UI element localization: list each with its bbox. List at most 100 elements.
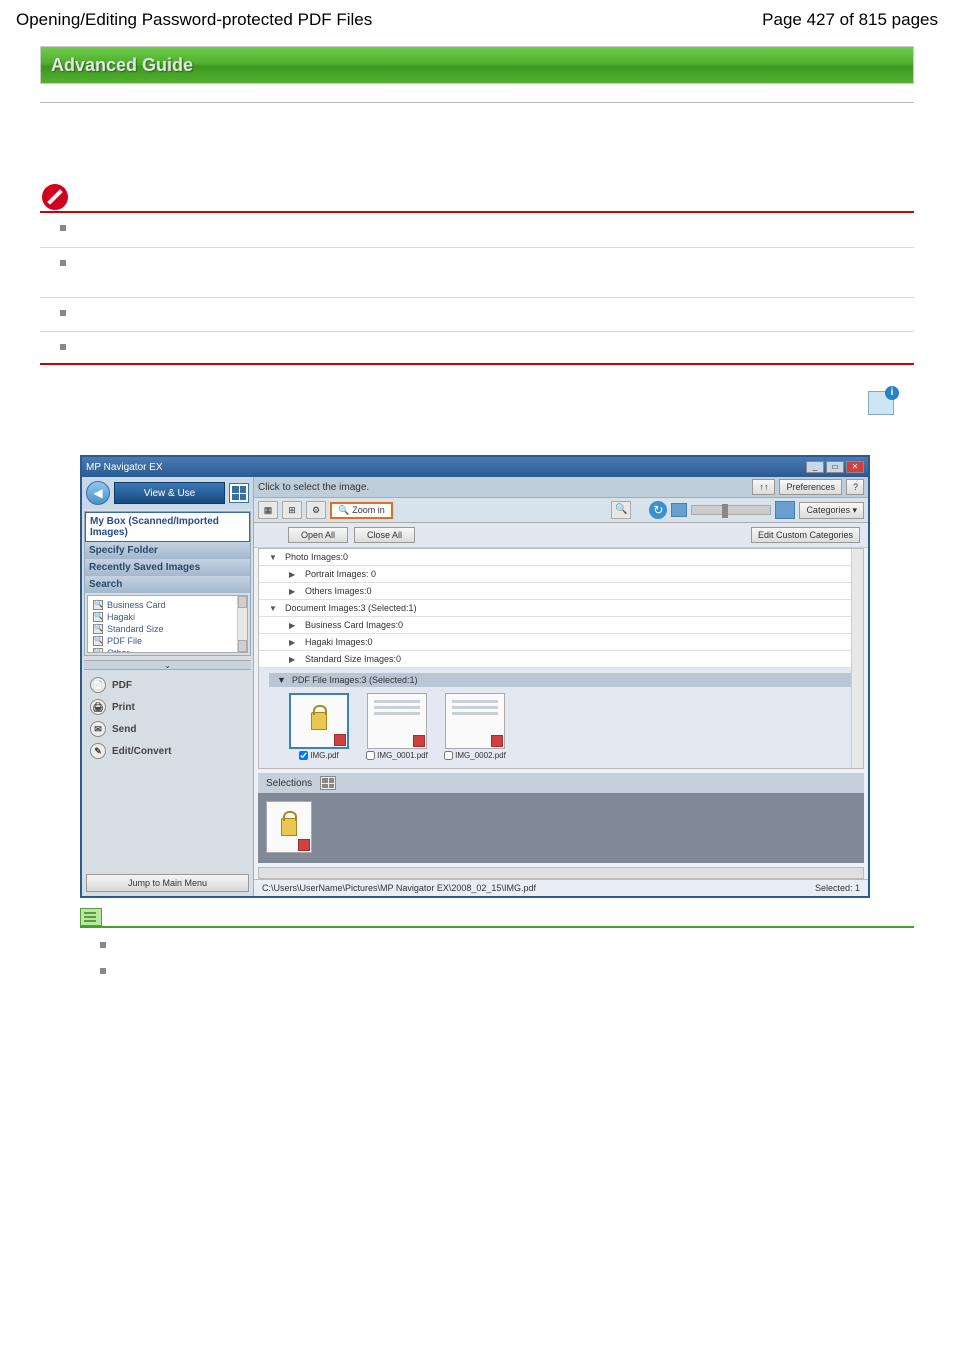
- expand-icon[interactable]: ▶: [289, 587, 299, 596]
- bullet-icon: [60, 310, 66, 316]
- tree-item-standard-size[interactable]: 🔍Standard Size: [91, 623, 244, 635]
- bullet-icon: [60, 344, 66, 350]
- view-mode-icon[interactable]: ▦: [258, 501, 278, 519]
- sidebar-item-specify-folder[interactable]: Specify Folder: [85, 542, 250, 559]
- edit-custom-categories-button[interactable]: Edit Custom Categories: [751, 527, 860, 543]
- thumb-small-icon[interactable]: [671, 503, 687, 517]
- sidebar-item-search[interactable]: Search: [85, 576, 250, 593]
- refresh-icon[interactable]: ↻: [649, 501, 667, 519]
- collapse-icon[interactable]: ▼: [269, 604, 279, 613]
- tree-item-other[interactable]: 🔍Other: [91, 647, 244, 653]
- note-item: [80, 932, 914, 958]
- help-button[interactable]: ?: [846, 479, 864, 495]
- minimize-button[interactable]: _: [806, 461, 824, 473]
- view-and-use-button[interactable]: View & Use: [114, 482, 225, 504]
- expand-icon[interactable]: ▶: [289, 638, 299, 647]
- category-business-card[interactable]: ▶Business Card Images:0: [259, 617, 863, 634]
- important-item: [40, 331, 914, 365]
- thumbnail-label: IMG.pdf: [310, 751, 338, 760]
- thumbnail-size-slider[interactable]: [691, 505, 771, 515]
- thumbnail-item[interactable]: IMG_0001.pdf: [367, 693, 427, 760]
- tree-item-business-card[interactable]: 🔍Business Card: [91, 599, 244, 611]
- folder-icon: 🔍: [93, 612, 103, 622]
- category-photo[interactable]: ▼Photo Images:0: [259, 549, 863, 566]
- view-grid-icon[interactable]: ⊞: [282, 501, 302, 519]
- zoom-in-button[interactable]: 🔍 Zoom in: [330, 502, 393, 519]
- info-icon: [868, 391, 894, 415]
- thumbnail-image[interactable]: [289, 693, 349, 749]
- pdf-badge-icon: [413, 735, 425, 747]
- open-all-button[interactable]: Open All: [288, 527, 348, 543]
- pdf-file-header[interactable]: ▼PDF File Images:3 (Selected:1): [269, 673, 853, 687]
- search-icon[interactable]: 🔍: [611, 501, 631, 519]
- category-hagaki[interactable]: ▶Hagaki Images:0: [259, 634, 863, 651]
- sidebar-item-mybox[interactable]: My Box (Scanned/Imported Images): [85, 512, 250, 542]
- close-all-button[interactable]: Close All: [354, 527, 415, 543]
- status-selected: Selected: 1: [815, 883, 860, 893]
- thumb-large-icon[interactable]: [775, 501, 795, 519]
- pdf-badge-icon: [491, 735, 503, 747]
- selections-grid-icon[interactable]: [320, 776, 336, 790]
- horizontal-scrollbar[interactable]: [258, 867, 864, 879]
- tree-item-pdf-file[interactable]: 🔍PDF File: [91, 635, 244, 647]
- main-pane: Click to select the image. ↑↑ Preference…: [254, 477, 868, 896]
- maximize-button[interactable]: ▭: [826, 461, 844, 473]
- tool-icon[interactable]: ⚙: [306, 501, 326, 519]
- back-button[interactable]: ◀: [86, 481, 110, 505]
- thumbnail-item[interactable]: IMG_0002.pdf: [445, 693, 505, 760]
- thumbnail-image[interactable]: [445, 693, 505, 749]
- jump-to-main-menu-button[interactable]: Jump to Main Menu: [86, 874, 249, 892]
- send-icon: ✉: [90, 721, 106, 737]
- expand-icon[interactable]: ▶: [289, 655, 299, 664]
- category-document[interactable]: ▼Document Images:3 (Selected:1): [259, 600, 863, 617]
- important-item: [40, 213, 914, 247]
- thumbnail-checkbox[interactable]: [299, 751, 308, 760]
- scrollbar[interactable]: [851, 549, 863, 768]
- thumbnail-item[interactable]: IMG.pdf: [289, 693, 349, 760]
- category-portrait[interactable]: ▶Portrait Images: 0: [259, 566, 863, 583]
- sidebar-item-recently-saved[interactable]: Recently Saved Images: [85, 559, 250, 576]
- thumbnail-label: IMG_0001.pdf: [377, 751, 428, 760]
- close-button[interactable]: ✕: [846, 461, 864, 473]
- selections-bar: Selections: [258, 773, 864, 793]
- thumbnail-image[interactable]: [367, 693, 427, 749]
- important-item: [40, 297, 914, 331]
- advanced-guide-bar: Advanced Guide: [40, 46, 914, 84]
- category-tree[interactable]: 🔍Business Card 🔍Hagaki 🔍Standard Size 🔍P…: [87, 595, 248, 653]
- category-standard-size[interactable]: ▶Standard Size Images:0: [259, 651, 863, 668]
- pdf-badge-icon: [298, 839, 310, 851]
- selections-label: Selections: [266, 778, 312, 789]
- action-edit-convert[interactable]: ✎Edit/Convert: [88, 740, 247, 762]
- calendar-icon[interactable]: [229, 483, 249, 503]
- expand-icon[interactable]: ▶: [289, 621, 299, 630]
- selection-thumbnail[interactable]: [266, 801, 312, 853]
- action-send[interactable]: ✉Send: [88, 718, 247, 740]
- lock-icon: [311, 712, 327, 730]
- pdf-icon: 📄: [90, 677, 106, 693]
- sidebar-divider[interactable]: ⌄: [84, 660, 251, 670]
- app-window: MP Navigator EX _ ▭ ✕ ◀ View & Use My Bo…: [80, 455, 870, 898]
- thumbnail-label: IMG_0002.pdf: [455, 751, 506, 760]
- tree-item-hagaki[interactable]: 🔍Hagaki: [91, 611, 244, 623]
- category-list: ▼Photo Images:0 ▶Portrait Images: 0 ▶Oth…: [258, 548, 864, 769]
- collapse-icon[interactable]: ▼: [269, 553, 279, 562]
- important-item: [40, 247, 914, 297]
- scrollbar[interactable]: [237, 596, 247, 652]
- categories-dropdown[interactable]: Categories ▾: [799, 502, 864, 519]
- preferences-button[interactable]: Preferences: [779, 479, 842, 495]
- selections-area: [258, 793, 864, 863]
- status-bar: C:\Users\UserName\Pictures\MP Navigator …: [254, 879, 868, 896]
- important-header: [40, 183, 914, 213]
- category-others[interactable]: ▶Others Images:0: [259, 583, 863, 600]
- sort-button[interactable]: ↑↑: [752, 479, 775, 495]
- action-print[interactable]: 🖨Print: [88, 696, 247, 718]
- action-pdf[interactable]: 📄PDF: [88, 674, 247, 696]
- expand-icon[interactable]: ▶: [289, 570, 299, 579]
- thumbnail-checkbox[interactable]: [366, 751, 375, 760]
- app-title: MP Navigator EX: [86, 462, 163, 473]
- bullet-icon: [60, 260, 66, 266]
- collapse-icon[interactable]: ▼: [277, 675, 286, 685]
- thumbnail-checkbox[interactable]: [444, 751, 453, 760]
- note-item: [80, 958, 914, 984]
- pdf-badge-icon: [334, 734, 346, 746]
